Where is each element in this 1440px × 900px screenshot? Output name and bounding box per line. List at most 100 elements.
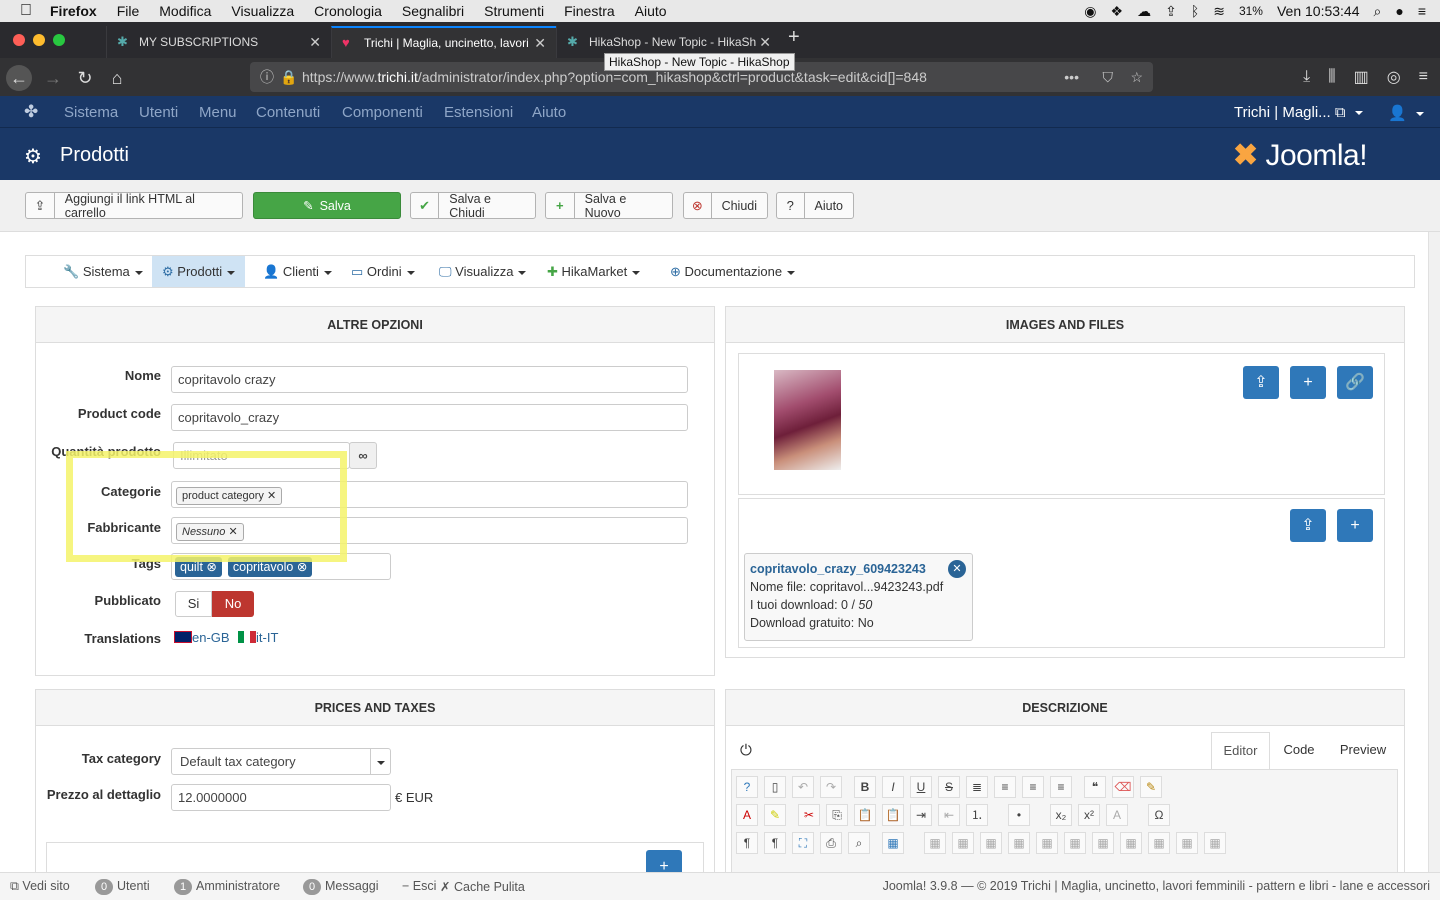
product-image[interactable] bbox=[774, 370, 841, 470]
eraser-icon[interactable]: ⌫ bbox=[1112, 776, 1134, 798]
menu-modifica[interactable]: Modifica bbox=[159, 3, 211, 19]
insert-col-after-icon[interactable]: ▦ bbox=[1120, 832, 1142, 854]
underline-icon[interactable]: U bbox=[910, 776, 932, 798]
blockquote-icon[interactable]: ❝ bbox=[1084, 776, 1106, 798]
page-scrollbar[interactable] bbox=[1428, 232, 1440, 872]
link-image-button[interactable]: 🔗 bbox=[1337, 366, 1373, 399]
add-html-link-button[interactable]: ⇪ Aggiungi il link HTML al carrello bbox=[25, 192, 243, 220]
outdent-icon[interactable]: ⇤ bbox=[938, 804, 960, 826]
view-site-link[interactable]: ⧉ Vedi sito bbox=[10, 879, 70, 894]
save-close-button[interactable]: ✔ Salva e Chiudi bbox=[410, 192, 536, 220]
notification-icon[interactable]: ≡ bbox=[1418, 3, 1426, 19]
save-button[interactable]: ✎ Salva bbox=[253, 192, 401, 219]
tab-trichi[interactable]: ♥ Trichi | Maglia, uncinetto, lavori ✕ bbox=[331, 26, 556, 58]
find-icon[interactable]: ⌕ bbox=[848, 832, 870, 854]
users-link[interactable]: 0 Utenti bbox=[95, 879, 150, 895]
merge-cell-icon[interactable]: ▦ bbox=[1204, 832, 1226, 854]
fullscreen-icon[interactable]: ⛶ bbox=[792, 832, 814, 854]
home-icon[interactable]: ⌂ bbox=[104, 65, 130, 91]
paste-text-icon[interactable]: 📋 bbox=[882, 804, 904, 826]
add-file-button[interactable]: + bbox=[1337, 509, 1373, 542]
table-icon[interactable]: ▦ bbox=[882, 832, 904, 854]
upload-image-button[interactable]: ⇪ bbox=[1243, 366, 1279, 399]
hmenu-clienti[interactable]: 👤 Clienti bbox=[253, 256, 342, 287]
copy-icon[interactable]: ⎘ bbox=[826, 804, 848, 826]
insert-col-icon[interactable]: ▦ bbox=[1092, 832, 1114, 854]
tab-editor[interactable]: Editor bbox=[1211, 732, 1270, 769]
ltr-icon[interactable]: ¶ bbox=[736, 832, 758, 854]
align-right-icon[interactable]: ≡ bbox=[1050, 776, 1072, 798]
wifi-icon[interactable]: ≋ bbox=[1213, 3, 1225, 20]
tab-preview[interactable]: Preview bbox=[1330, 732, 1396, 768]
upload-file-button[interactable]: ⇪ bbox=[1290, 509, 1326, 542]
download-icon[interactable]: ⤓ bbox=[1303, 68, 1310, 86]
menu-file[interactable]: File bbox=[117, 3, 140, 19]
hmenu-sistema[interactable]: 🔧 Sistema bbox=[53, 256, 153, 287]
spotlight-icon[interactable]: ⌕ bbox=[1374, 3, 1382, 20]
menu-cronologia[interactable]: Cronologia bbox=[314, 3, 382, 19]
table-cell-icon[interactable]: ▦ bbox=[980, 832, 1002, 854]
bold-icon[interactable]: B bbox=[854, 776, 876, 798]
logout-link[interactable]: − Esci bbox=[402, 879, 436, 893]
indent-icon[interactable]: ⇥ bbox=[910, 804, 932, 826]
cloud-icon[interactable]: ☁ bbox=[1137, 3, 1151, 20]
rtl-icon[interactable]: ¶ bbox=[764, 832, 786, 854]
publish-no-button[interactable]: No bbox=[212, 591, 254, 617]
more-icon[interactable]: ••• bbox=[1064, 62, 1079, 92]
paste-icon[interactable]: 📋 bbox=[854, 804, 876, 826]
menu-strumenti[interactable]: Strumenti bbox=[484, 3, 544, 19]
upload-icon[interactable]: ⇪ bbox=[1165, 3, 1177, 20]
maximize-window-icon[interactable] bbox=[53, 34, 65, 46]
menu-visualizza[interactable]: Visualizza bbox=[231, 3, 294, 19]
menu-finestra[interactable]: Finestra bbox=[564, 3, 615, 19]
omega-icon[interactable]: Ω bbox=[1148, 804, 1170, 826]
infinity-button[interactable]: ∞ bbox=[349, 442, 377, 469]
joomla-logo-icon[interactable]: ✤ bbox=[24, 102, 38, 122]
apple-icon[interactable]:  bbox=[20, 3, 36, 19]
table-props-icon[interactable]: ▦ bbox=[924, 832, 946, 854]
hmenu-visualizza[interactable]: 🖵 Visualizza bbox=[429, 256, 536, 287]
hamburger-menu-icon[interactable]: ≡ bbox=[1419, 68, 1428, 86]
align-center-icon[interactable]: ≡ bbox=[994, 776, 1016, 798]
align-left-icon[interactable]: ≡ bbox=[1022, 776, 1044, 798]
menu-aiuto[interactable]: Aiuto bbox=[635, 3, 667, 19]
reload-icon[interactable]: ↻ bbox=[72, 65, 98, 91]
tab-code[interactable]: Code bbox=[1270, 732, 1328, 768]
jnav-contenuti[interactable]: Contenuti bbox=[256, 104, 320, 121]
hmenu-documentazione[interactable]: ⊕ Documentazione bbox=[660, 256, 805, 287]
help-icon[interactable]: ? bbox=[736, 776, 758, 798]
forward-icon[interactable]: → bbox=[40, 65, 66, 91]
redo-icon[interactable]: ↷ bbox=[820, 776, 842, 798]
jnav-estensioni[interactable]: Estensioni bbox=[444, 104, 513, 121]
pocket-icon[interactable]: ⛉ bbox=[1103, 62, 1114, 92]
product-code-input[interactable]: copritavolo_crazy bbox=[171, 404, 688, 431]
jnav-menu[interactable]: Menu bbox=[199, 104, 237, 121]
remove-circle-icon[interactable]: ⊗ bbox=[206, 560, 216, 574]
cut-icon[interactable]: ✂ bbox=[798, 804, 820, 826]
battery-text[interactable]: 31% bbox=[1239, 4, 1263, 18]
back-icon[interactable]: ← bbox=[6, 65, 32, 91]
delete-row-icon[interactable]: ▦ bbox=[1064, 832, 1086, 854]
jnav-aiuto[interactable]: Aiuto bbox=[532, 104, 566, 121]
jnav-sistema[interactable]: Sistema bbox=[64, 104, 118, 121]
site-link[interactable]: Trichi | Magli... ⧉ bbox=[1234, 104, 1363, 121]
split-cell-icon[interactable]: ▦ bbox=[1176, 832, 1198, 854]
menu-segnalibri[interactable]: Segnalibri bbox=[402, 3, 464, 19]
power-icon[interactable]: ⏻ bbox=[740, 742, 752, 759]
status-icon[interactable]: ◉ bbox=[1084, 3, 1096, 20]
print-icon[interactable]: ⎙ bbox=[820, 832, 842, 854]
strikethrough-icon[interactable]: S bbox=[938, 776, 960, 798]
info-icon[interactable]: ⓘ bbox=[260, 62, 274, 92]
new-document-icon[interactable]: ▯ bbox=[764, 776, 786, 798]
clock[interactable]: Ven 10:53:44 bbox=[1277, 3, 1360, 19]
hmenu-hikamarket[interactable]: ✚ HikaMarket bbox=[537, 256, 650, 287]
admins-link[interactable]: 1 Amministratore bbox=[174, 879, 280, 895]
remove-circle-icon[interactable]: ⊗ bbox=[297, 560, 307, 574]
account-icon[interactable]: ◎ bbox=[1387, 67, 1401, 87]
bullet-list-icon[interactable]: • bbox=[1008, 804, 1030, 826]
undo-icon[interactable]: ↶ bbox=[792, 776, 814, 798]
bluetooth-icon[interactable]: ᛒ bbox=[1191, 3, 1199, 19]
tab-subscriptions[interactable]: ✱ MY SUBSCRIPTIONS ✕ bbox=[106, 26, 331, 58]
hmenu-prodotti[interactable]: ⚙ Prodotti bbox=[152, 256, 246, 287]
user-menu[interactable]: 👤 bbox=[1388, 104, 1424, 122]
